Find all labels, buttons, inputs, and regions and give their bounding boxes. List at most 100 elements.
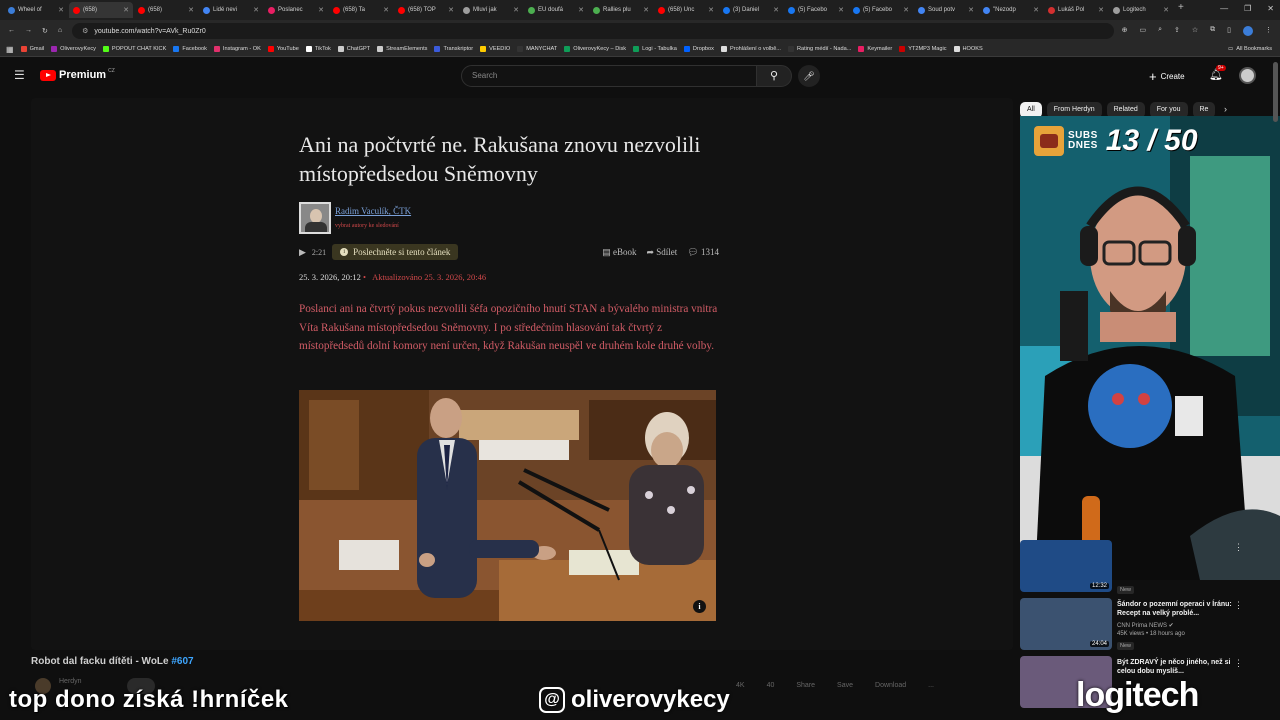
tab-close-icon[interactable]: ✕: [1163, 6, 1169, 14]
chrome-menu-icon[interactable]: ⋮: [1265, 26, 1272, 36]
channel-name[interactable]: Herdyn: [59, 678, 82, 685]
browser-tab[interactable]: (5) Facebo ✕: [784, 2, 848, 18]
video-action-save[interactable]: Save: [837, 682, 853, 689]
chevron-right-icon[interactable]: ›: [1224, 104, 1227, 114]
tab-close-icon[interactable]: ✕: [968, 6, 974, 14]
video-player[interactable]: Ani na počtvrté ne. Rakušana znovu nezvo…: [31, 98, 1013, 650]
account-avatar[interactable]: [1239, 67, 1256, 84]
all-bookmarks[interactable]: ▭ All Bookmarks: [1228, 46, 1272, 52]
tab-close-icon[interactable]: ✕: [318, 6, 324, 14]
bookmark-item[interactable]: Transkriptor: [434, 46, 473, 52]
video-action-dislike[interactable]: 40: [767, 682, 775, 689]
tab-close-icon[interactable]: ✕: [1033, 6, 1039, 14]
profile-icon[interactable]: [1243, 26, 1253, 36]
tab-close-icon[interactable]: ✕: [903, 6, 909, 14]
bookmark-item[interactable]: YT2MP3 Magic: [899, 46, 947, 52]
reload-icon[interactable]: ↻: [42, 27, 48, 35]
tab-close-icon[interactable]: ✕: [643, 6, 649, 14]
bookmark-item[interactable]: Facebook: [173, 46, 207, 52]
rec-title[interactable]: Být ZDRAVÝ je něco jiného, než si celou …: [1117, 658, 1237, 676]
browser-tab[interactable]: Lidé nevi ✕: [199, 2, 263, 18]
extensions-icon[interactable]: ⧉: [1210, 26, 1215, 36]
tab-close-icon[interactable]: ✕: [838, 6, 844, 14]
bookmark-item[interactable]: OliverovyKecy – Disk: [564, 46, 626, 52]
rec-menu-icon[interactable]: ⋮: [1234, 542, 1243, 553]
bookmark-star-icon[interactable]: ☆: [1192, 26, 1198, 36]
browser-tab[interactable]: Poslanec ✕: [264, 2, 328, 18]
new-tab-icon[interactable]: +: [1178, 2, 1184, 18]
browser-tab[interactable]: Mluví jak ✕: [459, 2, 523, 18]
video-action-more[interactable]: ...: [928, 682, 934, 689]
browser-tab[interactable]: (658) TOP ✕: [394, 2, 458, 18]
bookmark-item[interactable]: YouTube: [267, 46, 299, 52]
tab-close-icon[interactable]: ✕: [123, 6, 129, 14]
site-info-icon[interactable]: ⚙: [82, 27, 88, 35]
create-button[interactable]: + Create: [1149, 67, 1185, 85]
browser-tab[interactable]: Wheel of ✕: [4, 2, 68, 18]
browser-tab[interactable]: (658) ✕: [134, 2, 198, 18]
bookmark-item[interactable]: Instagram - OK: [213, 46, 261, 52]
browser-tab[interactable]: Soud potv ✕: [914, 2, 978, 18]
bookmark-item[interactable]: VEEDIO: [480, 46, 510, 52]
minimize-icon[interactable]: —: [1220, 4, 1228, 13]
browser-tab[interactable]: Rallies plu ✕: [589, 2, 653, 18]
page-scrollbar[interactable]: [1273, 62, 1278, 122]
bookmark-item[interactable]: Gmail: [20, 46, 44, 52]
apps-icon[interactable]: ▦: [6, 45, 14, 54]
browser-tab[interactable]: (3) Daniel ✕: [719, 2, 783, 18]
voice-search-button[interactable]: 🎤︎: [798, 65, 820, 87]
browser-tab[interactable]: EU doufá ✕: [524, 2, 588, 18]
video-action-share[interactable]: Share: [796, 682, 815, 689]
video-action-download[interactable]: Download: [875, 682, 906, 689]
bookmark-item[interactable]: Keymailer: [858, 46, 892, 52]
browser-tab[interactable]: "Nezodp ✕: [979, 2, 1043, 18]
back-icon[interactable]: ←: [8, 27, 15, 35]
browser-tab[interactable]: (5) Facebo ✕: [849, 2, 913, 18]
bookmark-item[interactable]: StreamElements: [377, 46, 427, 52]
tab-close-icon[interactable]: ✕: [188, 6, 194, 14]
browser-tab[interactable]: Lukáš Pol ✕: [1044, 2, 1108, 18]
tab-close-icon[interactable]: ✕: [773, 6, 779, 14]
recommendation-item[interactable]: 12:32 New ⋮: [1020, 540, 1268, 596]
home-icon[interactable]: ⌂: [58, 27, 62, 35]
bookmark-item[interactable]: POPOUT CHAT KICK: [102, 46, 166, 52]
bookmark-item[interactable]: Rating médií - Nada...: [787, 46, 851, 52]
video-hashtag[interactable]: #607: [171, 656, 193, 667]
share-icon[interactable]: ⇪: [1174, 26, 1180, 36]
bookmark-item[interactable]: TikTok: [305, 46, 331, 52]
video-action-like[interactable]: 4K: [736, 682, 745, 689]
forward-icon[interactable]: →: [25, 27, 32, 35]
bookmark-item[interactable]: OliverovyKecy: [51, 46, 96, 52]
bookmark-item[interactable]: Prohlášení o volbě...: [720, 46, 781, 52]
bookmark-item[interactable]: Logi - Tabulka: [633, 46, 677, 52]
bookmark-item[interactable]: HOOKS: [953, 46, 983, 52]
install-icon[interactable]: ⊕: [1122, 26, 1128, 36]
sidebar-icon[interactable]: ▯: [1227, 26, 1231, 36]
youtube-logo[interactable]: Premium CZ: [40, 68, 115, 81]
tab-close-icon[interactable]: ✕: [253, 6, 259, 14]
rec-channel[interactable]: CNN Prima NEWS ✔: [1117, 622, 1174, 629]
tab-close-icon[interactable]: ✕: [578, 6, 584, 14]
close-window-icon[interactable]: ✕: [1267, 4, 1274, 13]
bookmark-item[interactable]: Dropbox: [683, 46, 714, 52]
bookmark-item[interactable]: ChatGPT: [337, 46, 370, 52]
browser-tab[interactable]: Logitech ✕: [1109, 2, 1173, 18]
rec-menu-icon[interactable]: ⋮: [1234, 600, 1243, 611]
bookmark-item[interactable]: MANYCHAT: [517, 46, 557, 52]
tab-close-icon[interactable]: ✕: [448, 6, 454, 14]
tab-close-icon[interactable]: ✕: [513, 6, 519, 14]
cast-icon[interactable]: ▭: [1139, 26, 1146, 36]
rec-title[interactable]: Šándor o pozemní operaci v Íránu: Recept…: [1117, 600, 1237, 618]
tab-close-icon[interactable]: ✕: [1098, 6, 1104, 14]
recommendation-item[interactable]: 24:04 Šándor o pozemní operaci v Íránu: R…: [1020, 598, 1268, 654]
rec-thumbnail[interactable]: 24:04: [1020, 598, 1112, 650]
zoom-icon[interactable]: ⌕: [1158, 26, 1162, 36]
browser-tab[interactable]: (658) Ta ✕: [329, 2, 393, 18]
search-input[interactable]: Search: [461, 65, 757, 87]
tab-close-icon[interactable]: ✕: [383, 6, 389, 14]
tab-close-icon[interactable]: ✕: [708, 6, 714, 14]
browser-tab[interactable]: (658) Unc ✕: [654, 2, 718, 18]
hamburger-menu-icon[interactable]: ☰: [14, 69, 25, 81]
search-button[interactable]: ⚲: [756, 65, 792, 87]
tab-close-icon[interactable]: ✕: [58, 6, 64, 14]
